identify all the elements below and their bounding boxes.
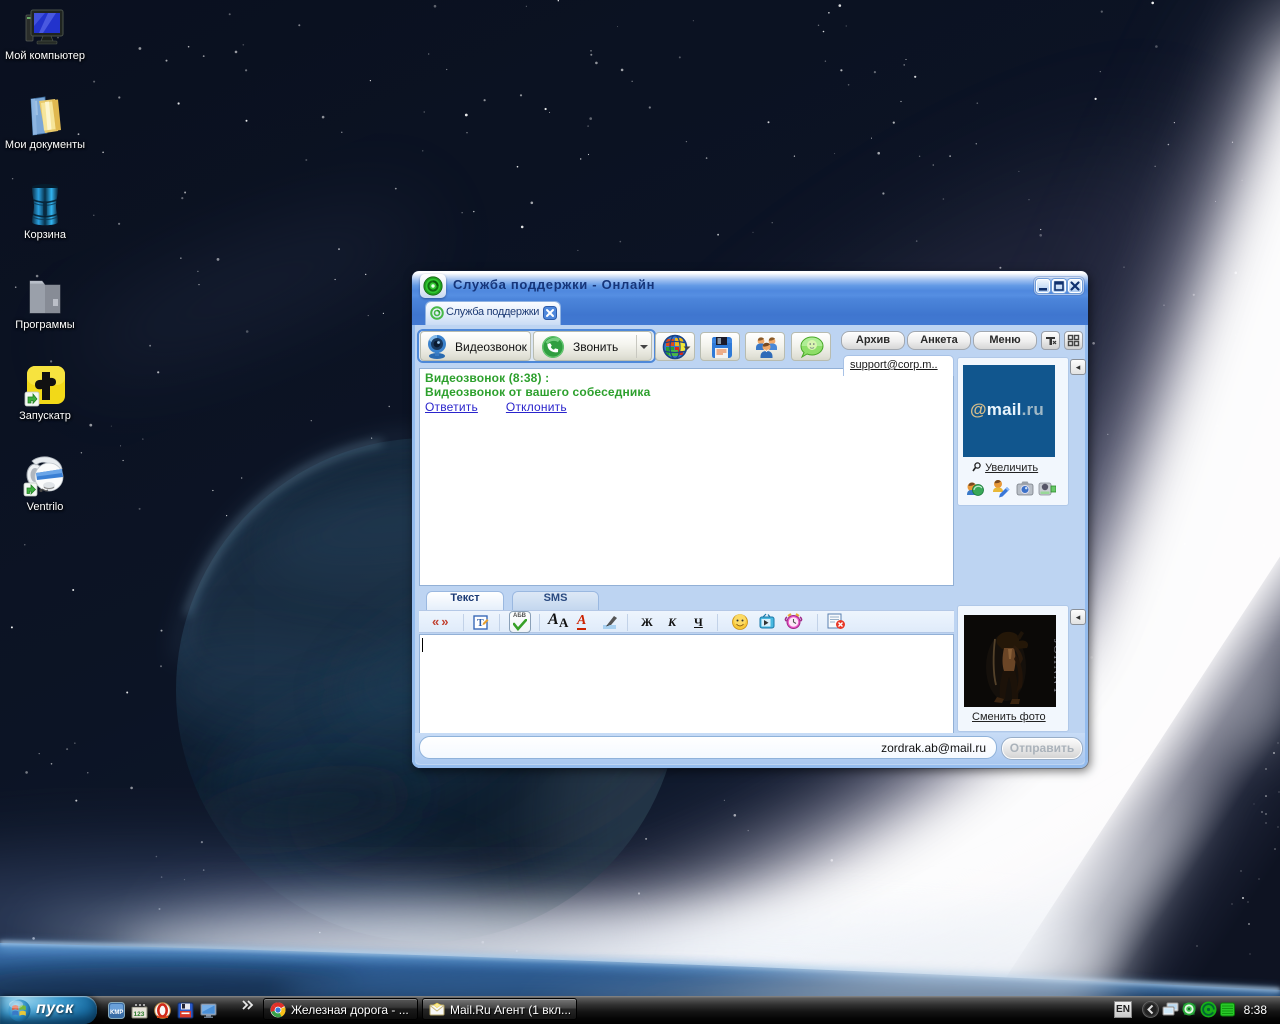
svg-text:123: 123 — [134, 1011, 145, 1018]
svg-text:KMP: KMP — [110, 1010, 123, 1016]
svg-text:JOHNNY: JOHNNY — [1051, 639, 1056, 696]
